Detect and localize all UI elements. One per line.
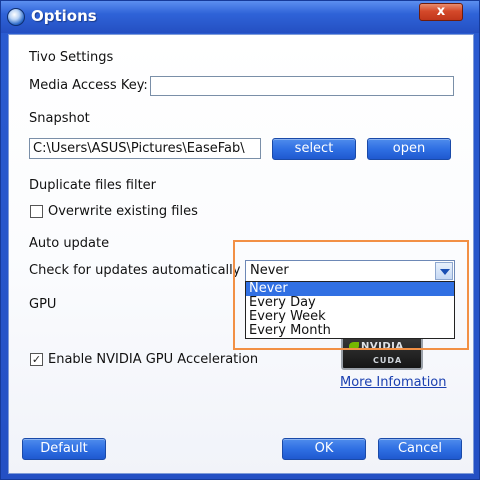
duplicate-filter-heading: Duplicate files filter	[29, 178, 157, 193]
cancel-button[interactable]: Cancel	[378, 438, 462, 460]
app-icon	[7, 8, 25, 26]
option-every-month[interactable]: Every Month	[246, 324, 454, 338]
snapshot-heading: Snapshot	[29, 111, 90, 126]
select-button[interactable]: select	[272, 138, 356, 160]
update-frequency-value: Never	[250, 263, 289, 278]
window-title: Options	[31, 7, 97, 25]
check-updates-label: Check for updates automatically	[29, 263, 241, 278]
option-never[interactable]: Never	[246, 282, 454, 296]
media-access-key-label: Media Access Key:	[29, 78, 148, 93]
close-icon: x	[436, 4, 446, 19]
auto-update-heading: Auto update	[29, 236, 110, 251]
gpu-heading: GPU	[29, 297, 57, 312]
option-every-day[interactable]: Every Day	[246, 296, 454, 310]
chevron-down-icon[interactable]	[435, 262, 453, 280]
enable-gpu-checkbox[interactable]: ✓	[30, 353, 43, 366]
overwrite-checkbox[interactable]	[30, 205, 43, 218]
cuda-logo-text: CUDA	[373, 356, 403, 365]
title-bar[interactable]: Options x	[1, 1, 479, 33]
update-frequency-select[interactable]: Never	[245, 260, 455, 282]
overwrite-label: Overwrite existing files	[48, 204, 198, 219]
update-frequency-list: Never Every Day Every Week Every Month	[245, 281, 455, 339]
ok-button[interactable]: OK	[282, 438, 366, 460]
enable-gpu-label: Enable NVIDIA GPU Acceleration	[48, 352, 259, 367]
options-panel: Tivo Settings Media Access Key: Snapshot…	[8, 34, 474, 474]
close-button[interactable]: x	[419, 3, 463, 21]
nvidia-logo-text: NVIDIA	[361, 341, 404, 352]
options-window: Options x Tivo Settings Media Access Key…	[0, 0, 480, 480]
option-every-week[interactable]: Every Week	[246, 310, 454, 324]
nvidia-eye-icon	[349, 342, 359, 350]
default-button[interactable]: Default	[22, 438, 106, 460]
nvidia-cuda-logo: NVIDIA CUDA	[341, 335, 423, 370]
open-button[interactable]: open	[367, 138, 451, 160]
more-information-link[interactable]: More Infomation	[340, 375, 447, 390]
checkmark-icon: ✓	[31, 353, 42, 366]
tivo-settings-heading: Tivo Settings	[29, 50, 114, 65]
snapshot-path-input[interactable]	[29, 138, 261, 159]
media-access-key-input[interactable]	[150, 76, 454, 96]
